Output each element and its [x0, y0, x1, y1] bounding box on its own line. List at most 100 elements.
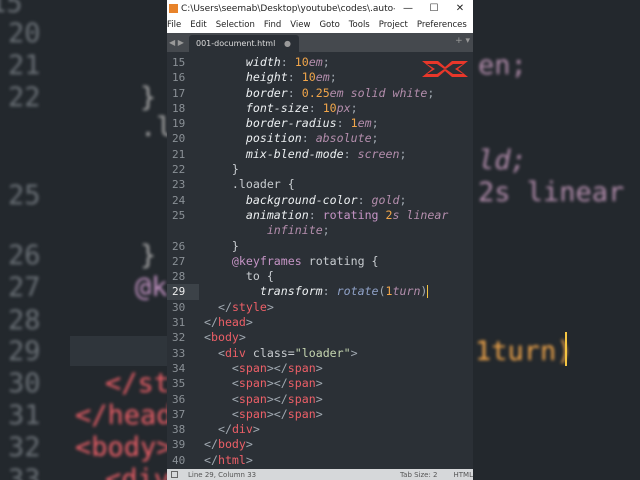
code-line[interactable]: 20 position: absolute; — [167, 131, 473, 146]
close-button[interactable]: ✕ — [447, 3, 473, 14]
tab-nav-arrows-icon[interactable]: ◀ ▶ — [167, 38, 189, 47]
code-text: </head> — [204, 315, 253, 330]
code-text: <span></span> — [204, 392, 323, 407]
code-line[interactable]: 21 mix-blend-mode: screen; — [167, 147, 473, 162]
menu-selection[interactable]: Selection — [216, 20, 255, 30]
panel-toggle-icon[interactable] — [171, 471, 178, 478]
code-line[interactable]: 33 <div class="loader"> — [167, 346, 473, 361]
menu-preferences[interactable]: Preferences — [417, 20, 467, 30]
code-line[interactable]: 37 <span></span> — [167, 407, 473, 422]
code-text: } — [204, 162, 239, 177]
tab-size[interactable]: Tab Size: 2 — [400, 471, 437, 479]
code-token: : — [322, 284, 337, 299]
background-code-fragment: 33 — [8, 464, 41, 480]
line-number: 29 — [167, 284, 199, 300]
code-line[interactable]: 26 } — [167, 239, 473, 254]
unsaved-dot-icon[interactable]: ● — [284, 39, 291, 48]
sublime-text-window: C:\Users\seemab\Desktop\youtube\codes\.a… — [167, 0, 473, 480]
code-token: > — [266, 299, 274, 314]
menu-edit[interactable]: Edit — [190, 20, 206, 30]
code-line[interactable]: 27 @keyframes rotating { — [167, 254, 473, 269]
code-line[interactable]: 36 <span></span> — [167, 392, 473, 407]
code-line[interactable]: 17 border: 0.25em solid white; — [167, 86, 473, 101]
code-token: "loader" — [294, 345, 351, 360]
code-text: border-radius: 1em; — [204, 116, 379, 131]
code-token: > — [350, 345, 358, 360]
code-token: head — [217, 315, 246, 330]
text-caret — [427, 285, 429, 299]
code-line[interactable]: 22 } — [167, 162, 473, 177]
code-token: rotating { — [301, 253, 379, 268]
code-line[interactable]: 38 </div> — [167, 422, 473, 437]
maximize-button[interactable]: ☐ — [421, 3, 447, 14]
syntax-mode[interactable]: HTML — [454, 471, 473, 479]
background-code-fragment: 2s linear — [478, 177, 625, 208]
code-token: px — [336, 100, 351, 115]
menu-project[interactable]: Project — [379, 20, 408, 30]
code-token: span — [287, 391, 316, 406]
code-line[interactable]: 35 <span></span> — [167, 376, 473, 391]
code-token: s linear — [392, 207, 449, 222]
background-code-fragment: </st — [105, 368, 171, 399]
window-title: C:\Users\seemab\Desktop\youtube\codes\.a… — [181, 3, 395, 14]
code-token: em — [315, 70, 330, 85]
line-number: 18 — [172, 101, 186, 115]
tab-001-document[interactable]: 001-document.html ● — [189, 35, 299, 52]
menu-find[interactable]: Find — [264, 20, 281, 30]
code-token: 10 — [322, 100, 337, 115]
code-line[interactable]: 32 <body> — [167, 330, 473, 345]
background-code-fragment: 27 — [8, 272, 41, 303]
background-code-fragment: en; — [478, 50, 527, 81]
code-line[interactable]: 29 transform: rotate(1turn) — [167, 284, 473, 300]
line-number: 20 — [172, 132, 186, 146]
menu-file[interactable]: File — [167, 20, 181, 30]
background-code-fragment: <body> — [75, 432, 173, 463]
menu-view[interactable]: View — [290, 20, 310, 30]
code-line[interactable]: 24 background-color: gold; — [167, 193, 473, 208]
menu-goto[interactable]: Goto — [319, 20, 339, 30]
code-line[interactable]: 25 animation: rotating 2s linear — [167, 208, 473, 223]
code-editor[interactable]: 15 width: 10em; 16 height: 10em; 17 border… — [167, 55, 473, 468]
code-text: <span></span> — [204, 407, 323, 422]
code-token: span — [238, 376, 267, 391]
code-line[interactable]: 30 </style> — [167, 300, 473, 315]
background-code-fragment: 15 — [0, 0, 23, 19]
code-line[interactable]: 39 </body> — [167, 437, 473, 452]
code-line[interactable]: 31 </head> — [167, 315, 473, 330]
code-token: mix-blend-mode — [245, 146, 344, 161]
code-token: : — [308, 100, 323, 115]
code-token: ></ — [266, 391, 288, 406]
new-tab-menu-icon[interactable]: + ▾ — [455, 36, 470, 46]
code-text: background-color: gold; — [204, 193, 407, 208]
code-line[interactable]: infinite; — [167, 223, 473, 238]
background-code-fragment: @k — [135, 272, 168, 303]
code-text: @keyframes rotating { — [204, 254, 379, 269]
code-line[interactable]: 18 font-size: 10px; — [167, 101, 473, 116]
code-text: mix-blend-mode: screen; — [204, 146, 407, 162]
background-code-fragment: 20 — [8, 18, 41, 49]
background-code-fragment: 22 — [8, 82, 41, 113]
code-token: > — [245, 452, 253, 467]
code-line[interactable]: 23 .loader { — [167, 177, 473, 192]
minimize-button[interactable]: — — [395, 3, 421, 14]
code-line[interactable]: 34 <span></span> — [167, 361, 473, 376]
code-line[interactable]: 40 </html> — [167, 453, 473, 468]
code-token: ( — [378, 284, 386, 299]
code-token: absolute — [315, 131, 372, 146]
background-code-fragment: 32 — [8, 432, 41, 463]
code-token: rotating — [322, 207, 386, 222]
code-token: height — [245, 70, 288, 85]
code-token: </ — [204, 315, 218, 330]
code-line[interactable]: 19 border-radius: 1em; — [167, 116, 473, 131]
menu-tools[interactable]: Tools — [349, 20, 370, 30]
code-token: 2 — [385, 207, 393, 222]
code-line[interactable]: 28 to { — [167, 269, 473, 284]
